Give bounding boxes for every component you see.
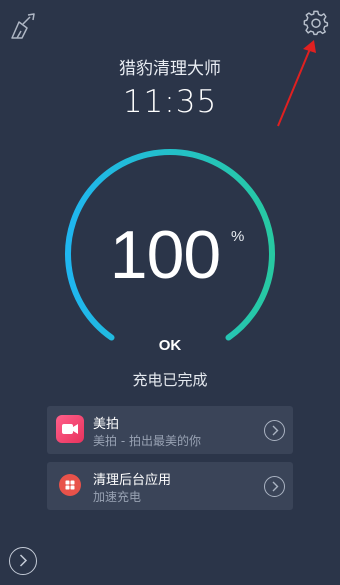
card-subtitle: 加速充电 — [93, 490, 142, 504]
meipai-card[interactable]: 美拍 美拍 - 拍出最美的你 — [47, 406, 293, 454]
card-subtitle: 美拍 - 拍出最美的你 — [93, 434, 201, 448]
app-title: 猎豹清理大师 — [119, 59, 221, 79]
chevron-right-icon[interactable] — [264, 476, 285, 497]
ok-label: OK — [158, 337, 182, 354]
chevron-right-circle-icon[interactable] — [9, 547, 37, 575]
apps-grid-icon — [56, 471, 84, 499]
card-title: 美拍 — [93, 417, 120, 432]
chevron-right-icon[interactable] — [264, 420, 285, 441]
charge-status: 充电已完成 — [132, 371, 208, 389]
broom-icon[interactable] — [10, 12, 38, 40]
gear-icon[interactable] — [303, 10, 329, 36]
charge-percent: 100 — [109, 217, 221, 293]
clean-background-apps-card[interactable]: 清理后台应用 加速充电 — [47, 462, 293, 510]
card-title: 清理后台应用 — [93, 473, 172, 488]
video-camera-icon — [56, 415, 84, 443]
percent-sign: % — [231, 228, 245, 245]
clock-time: 11:35 — [122, 84, 218, 120]
